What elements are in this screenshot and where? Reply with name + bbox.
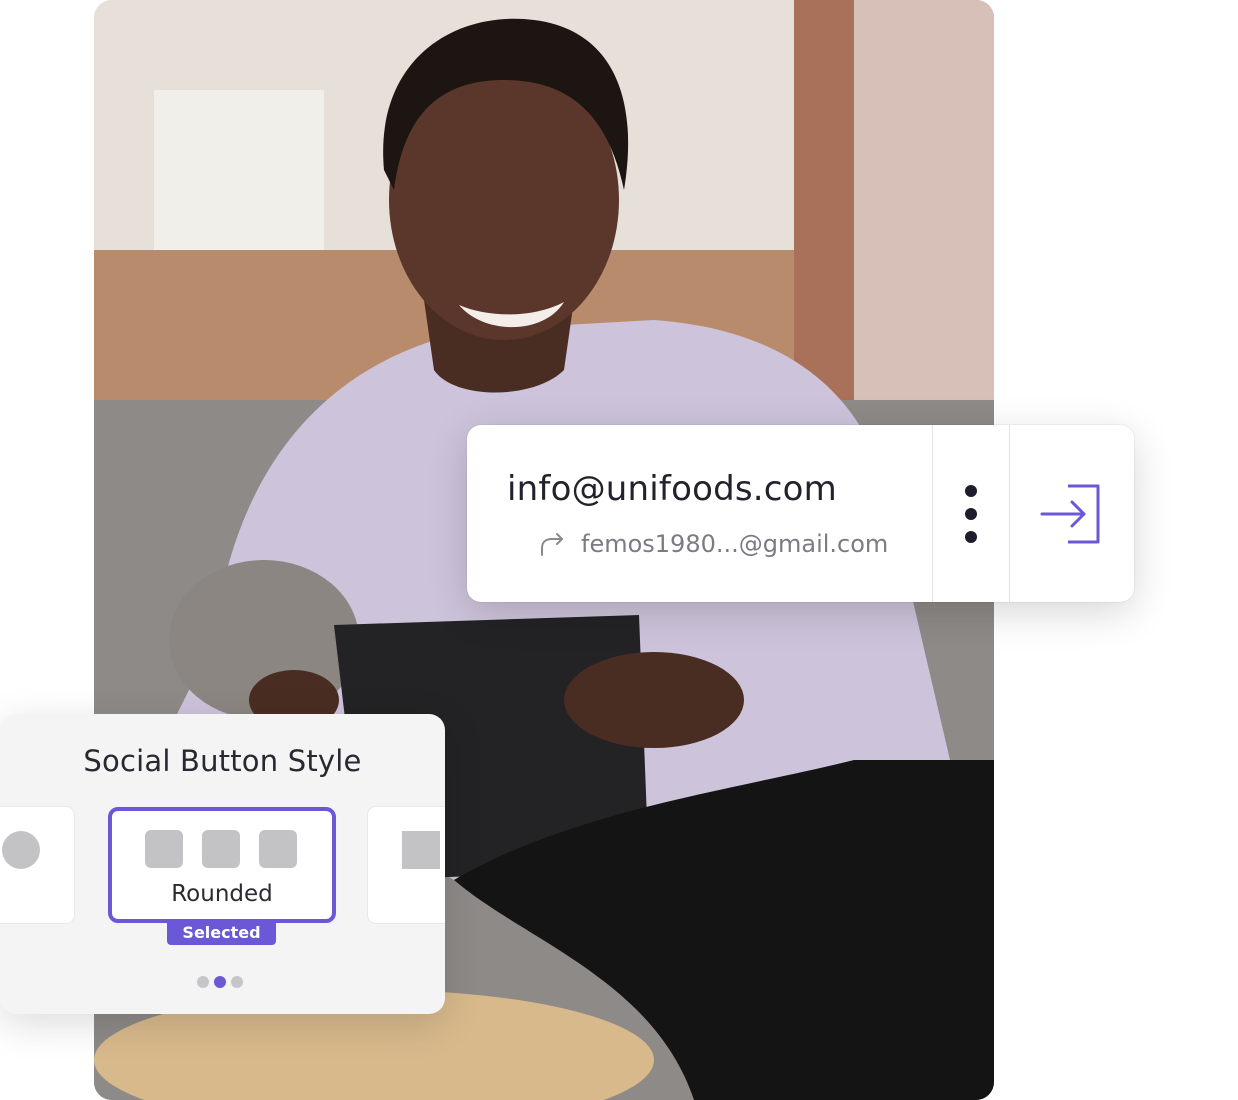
account-info[interactable]: info@unifoods.com femos1980...@gmail.com — [467, 425, 932, 602]
option-label: Rounded — [171, 881, 273, 907]
pagination-dot[interactable] — [197, 976, 209, 988]
pagination-dot[interactable] — [231, 976, 243, 988]
account-email: info@unifoods.com — [507, 469, 838, 509]
rounded-shape-icon — [259, 830, 297, 868]
selected-badge: Selected — [167, 921, 276, 945]
circle-shape-icon — [2, 831, 40, 869]
pagination-dot-active[interactable] — [214, 976, 226, 988]
forward-row: femos1980...@gmail.com — [537, 529, 888, 559]
kebab-menu-icon — [965, 484, 977, 543]
forward-arrow-icon — [541, 533, 563, 556]
more-options-button[interactable] — [933, 425, 1009, 602]
style-option-rounded[interactable]: Rounded — [108, 807, 336, 923]
pagination-dots — [197, 976, 243, 988]
rounded-shape-icon — [145, 830, 183, 868]
card-title: Social Button Style — [83, 744, 362, 778]
sign-in-icon — [1040, 484, 1100, 543]
account-card: info@unifoods.com femos1980...@gmail.com — [467, 425, 1134, 602]
forward-email: femos1980...@gmail.com — [581, 530, 889, 558]
rounded-shape-icon — [202, 830, 240, 868]
social-button-style-card: Social Button Style Rounded Selected — [0, 714, 445, 1014]
style-option-circle[interactable] — [0, 807, 74, 923]
square-shape-icon — [402, 831, 440, 869]
style-option-square[interactable] — [368, 807, 445, 923]
rounded-shapes — [145, 830, 297, 868]
sign-in-button[interactable] — [1010, 425, 1134, 602]
